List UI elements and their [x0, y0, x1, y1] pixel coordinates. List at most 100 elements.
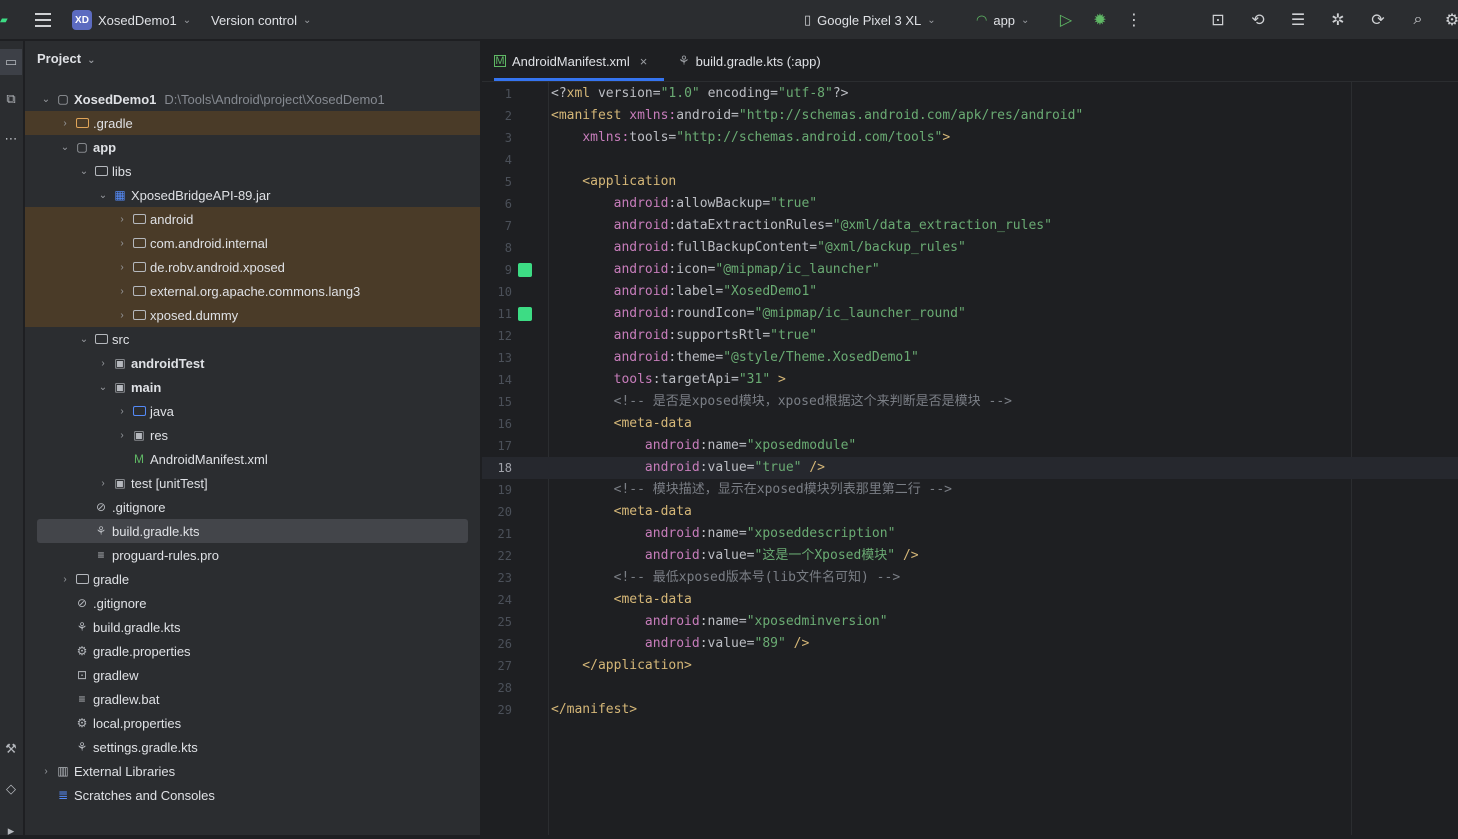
chevron-down-icon[interactable]: ⌄ [96, 190, 110, 201]
code-line[interactable]: 8 android:fullBackupContent="@xml/backup… [482, 237, 1458, 259]
device-selector[interactable]: ▯ Google Pixel 3 XL ⌄ [804, 0, 936, 40]
chevron-right-icon[interactable]: › [115, 238, 129, 249]
logcat-icon[interactable]: ☰ [1286, 0, 1310, 40]
tree-item[interactable]: ⌄ ▣ main [25, 375, 480, 399]
chevron-right-icon[interactable]: › [96, 358, 110, 369]
tree-item[interactable]: › de.robv.android.xposed [25, 255, 480, 279]
code-line[interactable]: 26 android:value="89" /> [482, 633, 1458, 655]
tree-item[interactable]: ⊘ .gitignore [25, 591, 480, 615]
chevron-down-icon[interactable]: ⌄ [77, 334, 91, 345]
bug-icon[interactable]: ✲ [1326, 0, 1350, 40]
project-view-selector[interactable]: Project ⌄ [37, 51, 95, 66]
code-line[interactable]: 3 xmlns:tools="http://schemas.android.co… [482, 127, 1458, 149]
chevron-down-icon[interactable]: ⌄ [77, 166, 91, 177]
tree-item[interactable]: ⌄ ▢ app [25, 135, 480, 159]
chevron-down-icon[interactable]: ⌄ [96, 382, 110, 393]
sync-gradle-icon[interactable]: ⟳ [1366, 0, 1390, 40]
tree-item[interactable]: › xposed.dummy [25, 303, 480, 327]
chevron-right-icon[interactable]: › [115, 214, 129, 225]
code-line[interactable]: 27 </application> [482, 655, 1458, 677]
tree-item[interactable]: › gradle [25, 567, 480, 591]
code-line[interactable]: 5 <application [482, 171, 1458, 193]
tree-item[interactable]: › com.android.internal [25, 231, 480, 255]
chevron-right-icon[interactable]: › [115, 262, 129, 273]
tree-item[interactable]: ⚘ build.gradle.kts [25, 615, 480, 639]
project-switcher[interactable]: XosedDemo1 ⌄ [98, 0, 191, 40]
code-line[interactable]: 18 android:value="true" /> [482, 457, 1458, 479]
code-line[interactable]: 19 <!-- 模块描述，显示在xposed模块列表那里第二行 --> [482, 479, 1458, 501]
chevron-right-icon[interactable]: › [39, 766, 53, 777]
tree-item[interactable]: › ▣ res [25, 423, 480, 447]
chevron-down-icon[interactable]: ⌄ [58, 142, 72, 153]
tree-item[interactable]: ⌄ libs [25, 159, 480, 183]
code-line[interactable]: 10 android:label="XosedDemo1" [482, 281, 1458, 303]
code-view[interactable]: 1 <?xml version="1.0" encoding="utf-8"?> 2… [482, 82, 1458, 835]
tree-item[interactable]: ⊡ gradlew [25, 663, 480, 687]
code-line[interactable]: 17 android:name="xposedmodule" [482, 435, 1458, 457]
code-line[interactable]: 23 <!-- 最低xposed版本号(lib文件名可知) --> [482, 567, 1458, 589]
tree-item[interactable]: ⊘ .gitignore [25, 495, 480, 519]
tree-item[interactable]: › external.org.apache.commons.lang3 [25, 279, 480, 303]
code-line[interactable]: 21 android:name="xposeddescription" [482, 523, 1458, 545]
chevron-right-icon[interactable]: › [115, 430, 129, 441]
android-resource-icon[interactable] [518, 307, 532, 321]
chevron-right-icon[interactable]: › [96, 478, 110, 489]
tab-android-manifest[interactable]: M AndroidManifest.xml × [494, 41, 664, 81]
version-control-menu[interactable]: Version control ⌄ [211, 0, 311, 40]
run-config-selector[interactable]: ◠ app ⌄ [976, 0, 1029, 40]
tree-item[interactable]: › ▣ androidTest [25, 351, 480, 375]
build-hammer-icon[interactable]: ⚒ [0, 741, 22, 757]
code-line[interactable]: 16 <meta-data [482, 413, 1458, 435]
code-line[interactable]: 25 android:name="xposedminversion" [482, 611, 1458, 633]
run-button[interactable]: ▷ [1054, 0, 1078, 40]
code-line[interactable]: 22 android:value="这是一个Xposed模块" /> [482, 545, 1458, 567]
tree-item[interactable]: › android [25, 207, 480, 231]
code-line[interactable]: 29 </manifest> [482, 699, 1458, 721]
tree-item[interactable]: › ▣ test [unitTest] [25, 471, 480, 495]
code-line[interactable]: 9 android:icon="@mipmap/ic_launcher" [482, 259, 1458, 281]
tree-item[interactable]: ≡ proguard-rules.pro [25, 543, 480, 567]
code-line[interactable]: 12 android:supportsRtl="true" [482, 325, 1458, 347]
code-line[interactable]: 11 android:roundIcon="@mipmap/ic_launche… [482, 303, 1458, 325]
chevron-down-icon[interactable]: ⌄ [39, 94, 53, 105]
code-line[interactable]: 2 <manifest xmlns:android="http://schemas… [482, 105, 1458, 127]
more-actions-icon[interactable]: ⋮ [1122, 0, 1146, 40]
tree-item[interactable]: ⌄ src [25, 327, 480, 351]
tree-item[interactable]: ⌄ ▦ XposedBridgeAPI-89.jar [25, 183, 480, 207]
code-line[interactable]: 28 [482, 677, 1458, 699]
tree-item[interactable]: › .gradle [25, 111, 480, 135]
tree-item[interactable]: ⚘ settings.gradle.kts [25, 735, 480, 759]
tree-item[interactable]: ≣ Scratches and Consoles [25, 783, 480, 807]
translate-icon[interactable]: ⟲ [1246, 0, 1270, 40]
tree-item[interactable]: › ▥ External Libraries [25, 759, 480, 783]
tree-item[interactable]: ⚙ local.properties [25, 711, 480, 735]
chevron-right-icon[interactable]: › [115, 286, 129, 297]
code-line[interactable]: 24 <meta-data [482, 589, 1458, 611]
tree-item[interactable]: ⚘ build.gradle.kts [37, 519, 468, 543]
code-line[interactable]: 15 <!-- 是否是xposed模块，xposed根据这个来判断是否是模块 -… [482, 391, 1458, 413]
project-tool-folder-icon[interactable]: ▭ [0, 49, 22, 75]
tree-item[interactable]: ≡ gradlew.bat [25, 687, 480, 711]
chevron-right-icon[interactable]: › [58, 118, 72, 129]
device-manager-icon[interactable]: ⊡ [1206, 0, 1230, 40]
tree-item[interactable]: ⌄ ▢ XosedDemo1 D:\Tools\Android\project\Xos… [25, 87, 480, 111]
settings-gear-icon[interactable]: ⚙ [1446, 0, 1458, 40]
android-resource-icon[interactable] [518, 263, 532, 277]
code-line[interactable]: 13 android:theme="@style/Theme.XosedDemo… [482, 347, 1458, 369]
structure-icon[interactable]: ⧉ [0, 91, 22, 107]
chevron-right-icon[interactable]: › [115, 310, 129, 321]
code-line[interactable]: 6 android:allowBackup="true" [482, 193, 1458, 215]
terminal-icon[interactable]: ▸ [0, 823, 22, 839]
gem-icon[interactable]: ◇ [0, 781, 22, 797]
tree-item[interactable]: ⚙ gradle.properties [25, 639, 480, 663]
code-line[interactable]: 4 [482, 149, 1458, 171]
main-menu-button[interactable] [34, 0, 52, 40]
code-line[interactable]: 14 tools:targetApi="31" > [482, 369, 1458, 391]
code-line[interactable]: 1 <?xml version="1.0" encoding="utf-8"?> [482, 83, 1458, 105]
tree-item[interactable]: › java [25, 399, 480, 423]
code-line[interactable]: 7 android:dataExtractionRules="@xml/data… [482, 215, 1458, 237]
more-tools-icon[interactable]: ⋯ [0, 131, 22, 147]
debug-button[interactable]: ✹ [1088, 0, 1112, 40]
code-line[interactable]: 20 <meta-data [482, 501, 1458, 523]
tree-item[interactable]: M AndroidManifest.xml [25, 447, 480, 471]
